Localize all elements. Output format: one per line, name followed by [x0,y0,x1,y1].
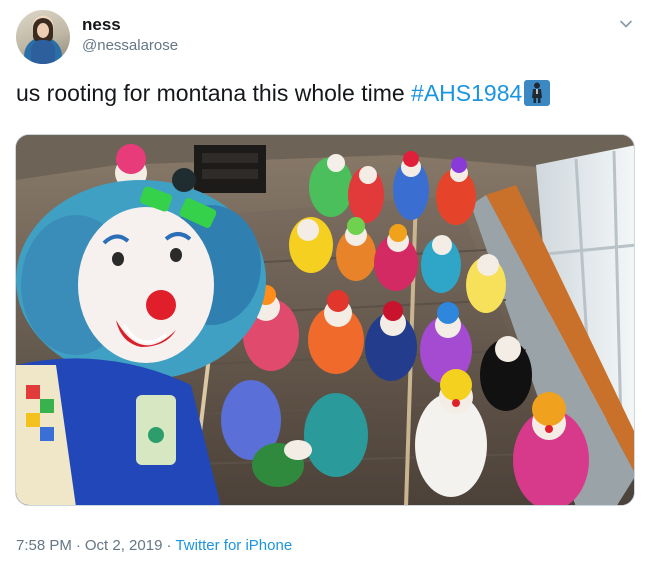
hashtag-link[interactable]: #AHS1984 [411,80,522,106]
meta-separator-2: · [166,537,172,554]
user-handle[interactable]: @nessalarose [82,37,178,55]
avatar-body [31,40,55,64]
tweet-source-link[interactable]: Twitter for iPhone [175,537,292,554]
levitating-man-icon [524,80,551,106]
chevron-down-icon[interactable] [618,16,634,32]
tweet-body: us rooting for montana this whole time [16,80,412,106]
tweet-card: ness @nessalarose us rooting for montana… [0,0,650,572]
tweet-photo[interactable] [15,134,635,506]
avatar-face [37,23,49,38]
tweet-time[interactable]: 7:58 PM [16,537,72,554]
tweet-date[interactable]: Oct 2, 2019 [85,537,163,554]
clowns-photo-icon [16,135,634,505]
meta-separator: · [75,537,81,554]
avatar[interactable] [16,10,70,64]
tweet-meta: 7:58 PM · Oct 2, 2019 · Twitter for iPhone [16,536,292,556]
user-display-name[interactable]: ness [82,15,121,35]
tweet-text: us rooting for montana this whole time #… [16,78,551,108]
